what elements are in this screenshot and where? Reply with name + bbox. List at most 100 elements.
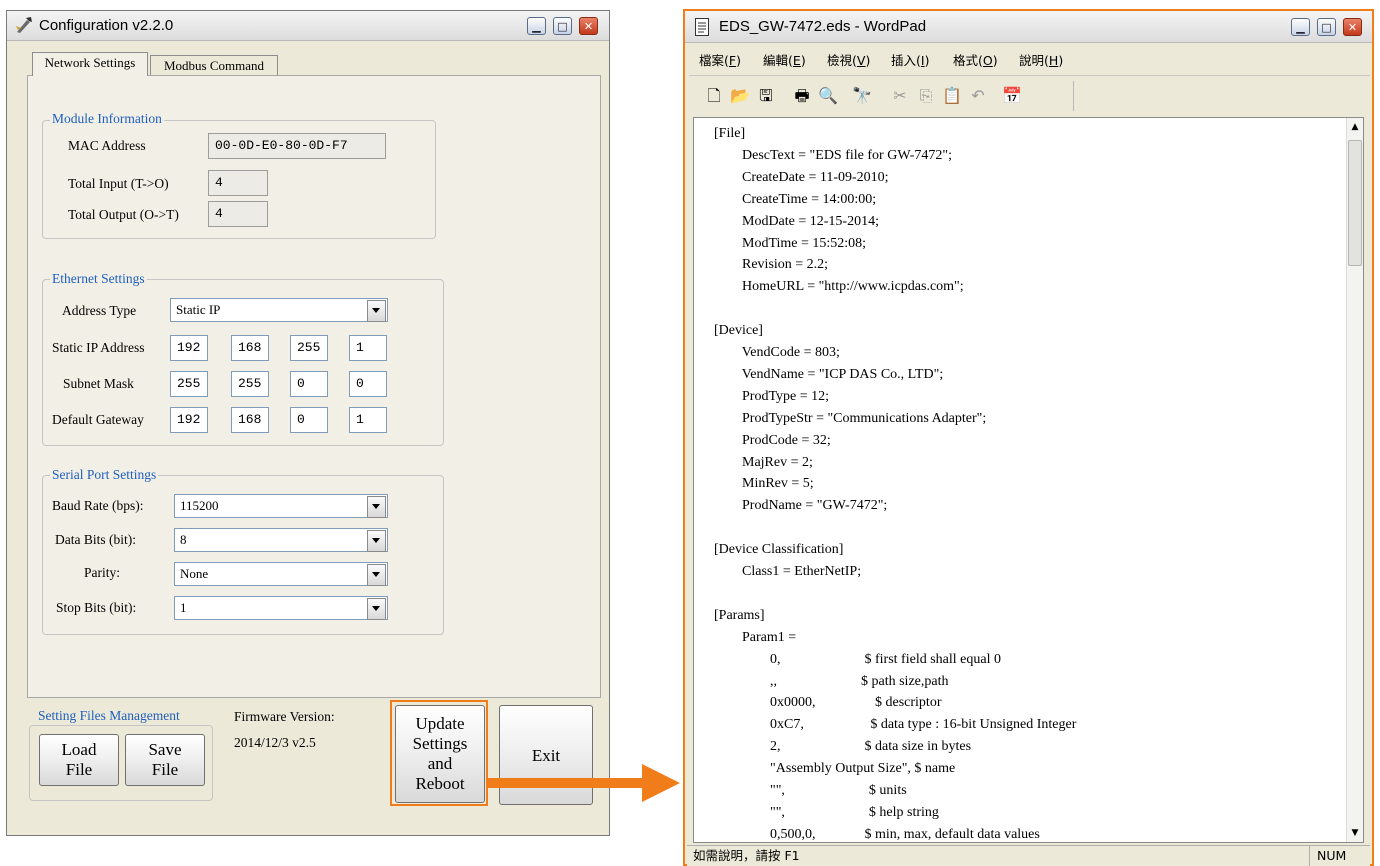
gateway-octet-2[interactable]: 168 [231,407,269,433]
maximize-button[interactable]: □ [1317,18,1336,36]
new-icon[interactable]: 🗋 [703,85,725,107]
total-input-field[interactable]: 4 [208,170,268,196]
arrow-icon [486,764,680,802]
wordpad-window: EDS_GW-7472.eds - WordPad ▁ □ ✕ 檔案(F) 編輯… [683,9,1374,866]
vertical-scrollbar[interactable]: ▲ ▼ [1346,118,1363,842]
document-line: [File] [714,126,746,141]
undo-icon[interactable]: ↶ [967,85,989,107]
save-file-button[interactable]: Save File [125,734,205,786]
gateway-octet-4[interactable]: 1 [349,407,387,433]
document-line: 0,500,0, $ min, max, default data values [714,826,1040,842]
document-line: MinRev = 5; [714,476,814,492]
save-icon[interactable]: 🖫 [755,85,777,107]
menu-insert[interactable]: 插入(I) [891,50,929,69]
tab-modbus-command[interactable]: Modbus Command [150,55,278,76]
document-line: 0x0000, $ descriptor [714,695,942,711]
find-icon[interactable]: 🔭 [851,85,873,107]
chevron-down-icon[interactable] [367,300,386,322]
minimize-button[interactable]: ▁ [527,17,546,35]
document-line: ProdCode = 32; [714,432,831,448]
close-button[interactable]: ✕ [1343,18,1362,36]
total-output-field[interactable]: 4 [208,201,268,227]
subnet-octet-3[interactable]: 0 [290,371,328,397]
document-line: [Device Classification] [714,542,844,558]
minimize-icon: ▁ [532,20,541,33]
insert-datetime-icon[interactable]: 📅 [1001,85,1023,107]
minimize-button[interactable]: ▁ [1291,18,1310,36]
scroll-up-icon[interactable]: ▲ [1347,118,1363,136]
network-settings-panel: Module Information MAC Address 00-0D-E0-… [27,75,601,698]
close-button[interactable]: ✕ [579,17,598,35]
data-bits-select[interactable]: 8 [174,528,388,552]
default-gateway-label: Default Gateway [52,412,144,427]
print-preview-icon[interactable]: 🔍 [817,85,839,107]
document-line: VendName = "ICP DAS Co., LTD"; [714,366,944,382]
document-line: ProdName = "GW-7472"; [714,498,888,514]
parity-label: Parity: [84,565,120,580]
address-type-select[interactable]: Static IP [170,298,388,322]
setting-files-title: Setting Files Management [36,708,182,724]
scroll-down-icon[interactable]: ▼ [1347,824,1363,842]
static-ip-octet-1[interactable]: 192 [170,335,208,361]
scroll-thumb[interactable] [1348,140,1362,266]
menu-format[interactable]: 格式(O) [953,50,998,69]
subnet-octet-1[interactable]: 255 [170,371,208,397]
document-line: DescText = "EDS file for GW-7472"; [714,147,953,163]
document-line: "Assembly Output Size", $ name [714,761,956,777]
wordpad-title-bar[interactable]: EDS_GW-7472.eds - WordPad ▁ □ ✕ [685,11,1372,43]
mac-address-field[interactable]: 00-0D-E0-80-0D-F7 [208,133,386,159]
subnet-octet-2[interactable]: 255 [231,371,269,397]
paste-icon[interactable]: 📋 [941,85,963,107]
menu-separator [689,75,1370,76]
document-line: HomeURL = "http://www.icpdas.com"; [714,279,964,295]
open-icon[interactable]: 📂 [729,85,751,107]
save-file-label-2: File [151,760,179,779]
stop-bits-select[interactable]: 1 [174,596,388,620]
chevron-down-icon[interactable] [367,530,386,552]
cut-icon[interactable]: ✂ [889,85,911,107]
menu-file[interactable]: 檔案(F) [699,50,741,69]
document-line: Class1 = EtherNetIP; [714,564,862,579]
save-file-label: Save [148,740,182,759]
gateway-octet-1[interactable]: 192 [170,407,208,433]
static-ip-octet-4[interactable]: 1 [349,335,387,361]
module-information-title: Module Information [50,111,164,127]
document-line: 2, $ data size in bytes [714,739,972,755]
document-line: CreateDate = 11-09-2010; [714,169,889,185]
document-line: ProdType = 12; [714,388,830,404]
gateway-octet-3[interactable]: 0 [290,407,328,433]
document-icon [695,18,709,36]
serial-port-title: Serial Port Settings [50,467,159,483]
parity-select[interactable]: None [174,562,388,586]
document-line: 0, $ first field shall equal 0 [714,651,1001,667]
tab-network-settings[interactable]: Network Settings [32,52,148,76]
menu-edit[interactable]: 編輯(E) [763,50,806,69]
static-ip-octet-2[interactable]: 168 [231,335,269,361]
highlight-box [390,700,488,806]
load-file-button[interactable]: Load File [39,734,119,786]
document-line: Param1 = [714,629,797,645]
total-output-label: Total Output (O->T) [68,207,179,222]
copy-icon[interactable]: ⎘ [915,85,937,107]
menu-help[interactable]: 說明(H) [1019,50,1063,69]
status-num: NUM [1317,848,1347,863]
maximize-button[interactable]: □ [553,17,572,35]
config-title-bar[interactable]: Configuration v2.2.0 ▁ □ ✕ [7,11,609,41]
chevron-down-icon[interactable] [367,564,386,586]
close-icon: ✕ [1347,21,1358,34]
status-help-text: 如需說明，請按 F1 [693,848,800,863]
chevron-down-icon[interactable] [367,496,386,518]
app-icon [15,16,33,34]
static-ip-octet-3[interactable]: 255 [290,335,328,361]
document-line: ModTime = 15:52:08; [714,235,867,251]
print-icon[interactable]: 🖶 [791,85,813,107]
baud-rate-select[interactable]: 115200 [174,494,388,518]
document-line: "", $ help string [714,804,939,820]
menu-view[interactable]: 檢視(V) [827,50,870,69]
subnet-octet-4[interactable]: 0 [349,371,387,397]
maximize-icon: □ [1321,21,1332,34]
document-line: ProdTypeStr = "Communications Adapter"; [714,410,987,426]
data-bits-value: 8 [180,532,187,547]
document-area[interactable]: [File] DescText = "EDS file for GW-7472"… [693,117,1364,843]
chevron-down-icon[interactable] [367,598,386,620]
